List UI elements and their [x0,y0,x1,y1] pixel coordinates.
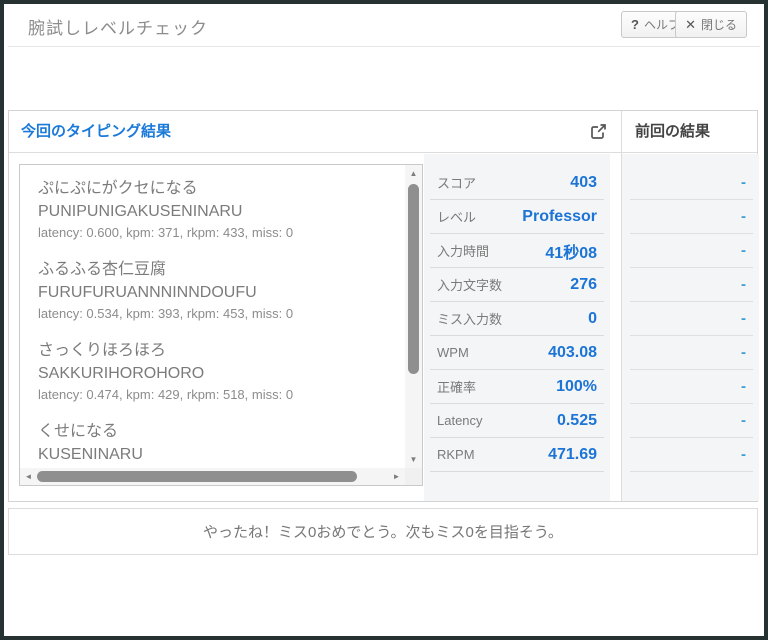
result-message: やったね！ミス0おめでとう。次もミス0を目指そう。 [203,524,563,541]
stat-label: レベル [437,210,477,225]
list-item: ふるふる杏仁豆腐 FURUFURUANNNINNDOUFU latency: 0… [38,258,405,324]
external-link-icon[interactable] [589,123,607,141]
previous-stat-value: - [741,310,746,327]
stat-row: WPM 403.08 [424,336,610,370]
stat-row: レベル Professor [424,200,610,234]
previous-results-title: 前回の結果 [635,123,711,140]
stat-label: 入力文字数 [437,278,503,293]
level-check-dialog: 腕試しレベルチェック ? ヘルプ ✕ 閉じる 今回のタイピング結果 前回の結果 [0,0,768,640]
previous-stat-value: - [741,412,746,429]
question-icon: ? [631,17,639,32]
footer: ツイート もう1回 登録 閉じる [4,572,764,636]
entry-kana: ぷにぷにがクセになる [38,180,198,197]
entry-romaji: FURUFURUANNNINNDOUFU [38,284,257,302]
previous-stat-value: - [741,446,746,463]
previous-stat-row: - [622,200,759,234]
scroll-down-icon[interactable]: ▼ [405,451,422,468]
message-box: やったね！ミス0おめでとう。次もミス0を目指そう。 [8,508,758,555]
scroll-left-icon[interactable]: ◄ [20,468,37,485]
previous-stat-value: - [741,208,746,225]
close-button[interactable]: ✕ 閉じる [675,11,747,38]
list-item: ぷにぷにがクセになる PUNIPUNIGAKUSENINARU latency:… [38,177,405,243]
vertical-scrollbar[interactable]: ▲ ▼ [405,165,422,468]
previous-stat-value: - [741,344,746,361]
scroll-right-icon[interactable]: ► [388,468,405,485]
previous-stat-value: - [741,378,746,395]
titlebar: 腕試しレベルチェック ? ヘルプ ✕ 閉じる [4,4,764,46]
entry-detail: latency: 0.474, kpm: 429, rkpm: 518, mis… [38,387,294,403]
titlebar-divider [8,46,760,47]
previous-stat-value: - [741,174,746,191]
entry-detail: latency: 0.600, kpm: 371, rkpm: 433, mis… [38,225,294,241]
results-panel: 今回のタイピング結果 前回の結果 ぷにぷにがクセになる PUNIPUNIGAKU… [8,110,759,502]
scroll-up-icon[interactable]: ▲ [405,165,422,182]
entry-detail: latency: 0.534, kpm: 393, rkpm: 453, mis… [38,306,294,322]
stat-label: 入力時間 [437,244,490,259]
word-list-content: ぷにぷにがクセになる PUNIPUNIGAKUSENINARU latency:… [20,165,405,468]
stat-value: 100% [556,377,597,395]
entry-romaji: SAKKURIHOROHORO [38,364,205,382]
horizontal-scrollbar[interactable]: ◄ ► [20,468,405,485]
stat-value: 403 [570,173,597,191]
stat-value: 403.08 [548,343,597,361]
results-title: 今回のタイピング結果 [21,123,172,140]
entry-kana: ふるふる杏仁豆腐 [38,260,167,278]
stat-row: 入力文字数 276 [424,268,610,302]
results-panel-header: 今回のタイピング結果 前回の結果 [9,111,757,153]
scrollbar-corner [405,468,422,485]
previous-stat-row: - [622,166,759,200]
vertical-scrollbar-thumb[interactable] [408,184,419,374]
previous-stat-row: - [622,268,759,302]
stat-label: スコア [437,176,477,191]
previous-stat-value: - [741,276,746,293]
stat-label: WPM [437,345,469,360]
stat-row: Latency 0.525 [424,404,610,438]
previous-stat-row: - [622,234,759,268]
stat-row: ミス入力数 0 [424,302,610,336]
close-icon: ✕ [685,16,696,32]
stat-value: 276 [570,275,597,293]
stat-label: ミス入力数 [437,312,503,327]
stat-row: 正確率 100% [424,370,610,404]
stat-row: RKPM 471.69 [424,438,610,472]
previous-stats: - - - - - - - - - [622,154,759,501]
stat-value: 0.525 [556,411,597,429]
previous-stat-row: - [622,302,759,336]
stat-label: 正確率 [437,380,477,395]
list-item: くせになる KUSENINARU [38,420,405,466]
results-panel-body: ぷにぷにがクセになる PUNIPUNIGAKUSENINARU latency:… [9,154,759,501]
stat-value: Professor [522,207,597,225]
horizontal-scrollbar-thumb[interactable] [37,471,357,482]
previous-stat-row: - [622,370,759,404]
entry-kana: くせになる [38,422,119,440]
stat-value: 41秒08 [545,244,597,262]
entry-romaji: PUNIPUNIGAKUSENINARU [38,203,243,221]
stat-row: 入力時間 41秒08 [424,234,610,268]
current-stats: スコア 403 レベル Professor 入力時間 41秒08 入力文字数 2… [424,154,610,501]
stat-label: RKPM [437,447,475,462]
list-item: さっくりほろほろ SAKKURIHOROHORO latency: 0.474,… [38,339,405,405]
previous-stat-row: - [622,404,759,438]
stat-row: スコア 403 [424,166,610,200]
page-title: 腕試しレベルチェック [28,19,208,38]
stat-value: 0 [588,309,597,327]
previous-stat-row: - [622,438,759,472]
previous-stat-row: - [622,336,759,370]
previous-stat-value: - [741,242,746,259]
word-result-list[interactable]: ぷにぷにがクセになる PUNIPUNIGAKUSENINARU latency:… [19,164,423,486]
close-button-label: 閉じる [700,18,737,32]
entry-kana: さっくりほろほろ [38,341,167,359]
stat-value: 471.69 [548,445,597,463]
entry-romaji: KUSENINARU [38,445,143,463]
stat-label: Latency [437,413,483,428]
